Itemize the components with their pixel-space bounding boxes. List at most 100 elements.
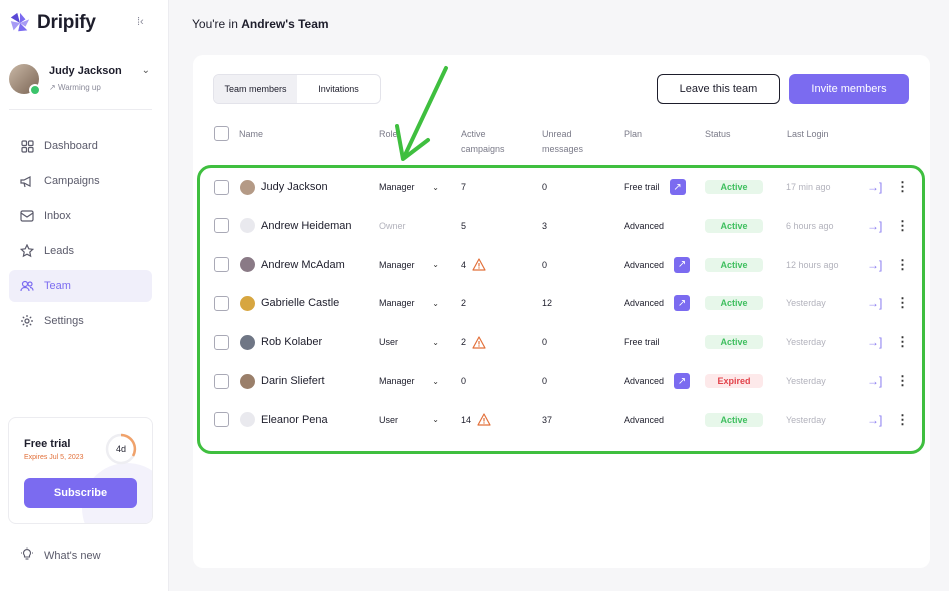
table-row[interactable]: Rob Kolaber User ⌄ 2 0 Free trail Active…	[200, 323, 920, 361]
login-as-member-icon[interactable]: →]	[867, 362, 882, 400]
collapse-sidebar-icon[interactable]: ⁞‹	[137, 16, 151, 28]
invite-members-button[interactable]: Invite members	[789, 74, 909, 104]
subscribe-button[interactable]: Subscribe	[24, 478, 137, 508]
column-active-campaigns[interactable]: Active campaigns	[461, 127, 505, 157]
plan-value: Advanced	[624, 298, 665, 309]
column-name[interactable]: Name	[239, 127, 263, 142]
unread-messages-count: 0	[542, 337, 548, 348]
row-checkbox[interactable]	[214, 334, 229, 350]
role-value: Manager	[379, 259, 415, 270]
plan-value: Advanced	[624, 220, 665, 231]
user-status: ↗ Warming up	[49, 83, 101, 92]
login-as-member-icon[interactable]: →]	[867, 246, 882, 284]
active-campaigns-count: 4	[461, 259, 467, 270]
tab-team-members[interactable]: Team members	[214, 75, 297, 103]
status-badge: Active	[705, 335, 763, 350]
whats-new-link[interactable]: What's new	[20, 547, 101, 564]
column-label: messages	[542, 144, 584, 154]
column-unread-messages[interactable]: Unread messages	[542, 127, 583, 157]
row-checkbox[interactable]	[214, 412, 229, 428]
role-select[interactable]: User ⌄	[379, 401, 439, 439]
sidebar-item-settings[interactable]: Settings	[9, 305, 152, 337]
bulb-icon	[20, 547, 34, 564]
warning-icon[interactable]	[472, 258, 486, 271]
row-checkbox[interactable]	[214, 295, 229, 311]
upgrade-plan-icon[interactable]: ↗	[669, 179, 686, 195]
user-menu[interactable]: Judy Jackson ↗ Warming up ⌄	[9, 60, 152, 110]
table-row[interactable]: Darin Sliefert Manager ⌄ 0 0 Advanced ↗ …	[200, 362, 920, 400]
role-select[interactable]: Manager ⌄	[379, 362, 439, 400]
sidebar-item-label: Leads	[44, 245, 74, 257]
login-as-member-icon[interactable]: →]	[867, 401, 882, 439]
inbox-icon	[20, 209, 34, 223]
more-options-icon[interactable]: ⋮	[896, 284, 909, 322]
plan-value: Free trail	[624, 182, 660, 192]
more-options-icon[interactable]: ⋮	[896, 207, 909, 245]
role-select[interactable]: Manager ⌄	[379, 246, 439, 284]
table-row[interactable]: Judy Jackson Manager ⌄ 7 0 Free trail ↗ …	[200, 168, 920, 206]
select-all-checkbox[interactable]	[214, 126, 229, 141]
login-as-member-icon[interactable]: →]	[867, 323, 882, 361]
sidebar-item-label: Team	[44, 280, 71, 292]
login-as-member-icon[interactable]: →]	[867, 207, 882, 245]
avatar	[240, 257, 255, 273]
column-label: campaigns	[461, 144, 505, 154]
role-select[interactable]: User ⌄	[379, 323, 439, 361]
role-value: Manager	[379, 376, 415, 386]
table-row[interactable]: Eleanor Pena User ⌄ 14 37 Advanced Activ…	[200, 401, 920, 439]
megaphone-icon	[20, 174, 34, 188]
last-login: Yesterday	[786, 337, 826, 348]
more-options-icon[interactable]: ⋮	[896, 401, 909, 439]
column-plan[interactable]: Plan	[624, 127, 642, 142]
warning-icon[interactable]	[477, 413, 491, 426]
sidebar-item-team[interactable]: Team	[9, 270, 152, 302]
member-name: Eleanor Pena	[261, 413, 328, 426]
trial-expiry: Expires Jul 5, 2023	[24, 454, 84, 461]
row-checkbox[interactable]	[214, 257, 229, 273]
upgrade-plan-icon[interactable]: ↗	[674, 295, 691, 312]
row-checkbox[interactable]	[214, 179, 229, 195]
more-options-icon[interactable]: ⋮	[896, 362, 909, 400]
leave-team-button[interactable]: Leave this team	[657, 74, 780, 104]
logo[interactable]: Dripify	[9, 12, 96, 34]
last-login: 17 min ago	[786, 182, 831, 192]
page-title-prefix: You're in	[192, 17, 238, 31]
role-select[interactable]: Manager ⌄	[379, 168, 439, 206]
row-checkbox[interactable]	[214, 218, 229, 234]
active-campaigns-count: 5	[461, 220, 467, 231]
login-as-member-icon[interactable]: →]	[867, 284, 882, 322]
table-row[interactable]: Gabrielle Castle Manager ⌄ 2 12 Advanced…	[200, 284, 920, 322]
role-select: Owner	[379, 207, 439, 245]
sidebar-item-label: Dashboard	[44, 140, 98, 152]
more-options-icon[interactable]: ⋮	[896, 168, 909, 206]
more-options-icon[interactable]: ⋮	[896, 323, 909, 361]
upgrade-plan-icon[interactable]: ↗	[674, 256, 691, 273]
row-checkbox[interactable]	[214, 373, 229, 389]
tab-invitations[interactable]: Invitations	[297, 75, 380, 103]
member-name: Rob Kolaber	[261, 336, 323, 349]
column-last-login[interactable]: Last Login	[787, 127, 829, 142]
chevron-down-icon: ⌄	[432, 376, 439, 386]
table-row[interactable]: Andrew Heideman Owner 5 3 Advanced Activ…	[200, 207, 920, 245]
sidebar-item-leads[interactable]: Leads	[9, 235, 152, 267]
status-badge: Active	[705, 296, 763, 311]
chevron-down-icon: ⌄	[432, 182, 439, 192]
sidebar-item-inbox[interactable]: Inbox	[9, 200, 152, 232]
table-row[interactable]: Andrew McAdam Manager ⌄ 4 0 Advanced ↗ A…	[200, 246, 920, 284]
role-select[interactable]: Manager ⌄	[379, 284, 439, 322]
chevron-down-icon[interactable]: ⌄	[142, 65, 150, 76]
brand-name: Dripify	[37, 12, 96, 33]
role-value: Manager	[379, 182, 415, 192]
warning-icon[interactable]	[472, 336, 486, 349]
unread-messages-count: 37	[542, 414, 553, 425]
login-as-member-icon[interactable]: →]	[867, 168, 882, 206]
plan-value: Advanced	[624, 259, 665, 270]
unread-messages-count: 3	[542, 220, 548, 231]
upgrade-plan-icon[interactable]: ↗	[674, 373, 691, 389]
sidebar-item-label: Settings	[44, 315, 84, 327]
sidebar-item-dashboard[interactable]: Dashboard	[9, 130, 152, 162]
column-status[interactable]: Status	[705, 127, 731, 142]
active-campaigns-count: 0	[461, 376, 467, 386]
more-options-icon[interactable]: ⋮	[896, 246, 909, 284]
sidebar-item-campaigns[interactable]: Campaigns	[9, 165, 152, 197]
